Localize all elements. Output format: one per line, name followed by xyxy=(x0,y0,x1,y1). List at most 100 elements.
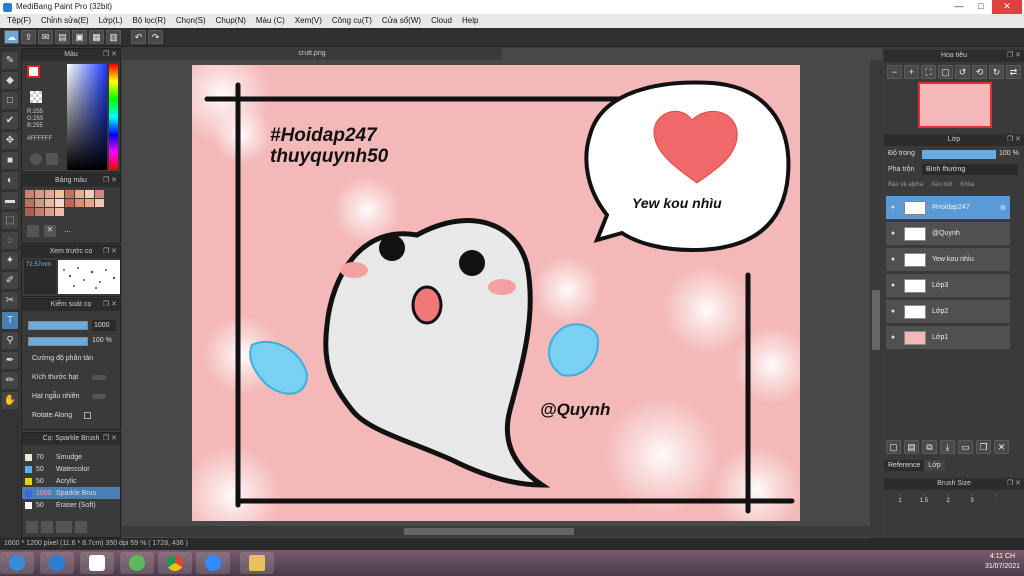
menu-help[interactable]: Help xyxy=(457,14,483,28)
dot-tool-icon[interactable]: ✔ xyxy=(2,112,18,129)
palette-swatch[interactable] xyxy=(55,199,64,207)
brush-size-value[interactable]: 1000 xyxy=(92,320,116,331)
rotate-along-checkbox[interactable] xyxy=(84,412,91,419)
new-halftone-layer-icon[interactable]: ▤ xyxy=(904,440,919,454)
brush-item[interactable]: 50 Eraser (Soft) xyxy=(22,499,120,511)
taskbar-coccoc[interactable] xyxy=(120,552,154,574)
palette-swatch[interactable] xyxy=(75,190,84,198)
taskbar-explorer[interactable] xyxy=(240,552,274,574)
palette-swatch[interactable] xyxy=(65,199,74,207)
palette-swatch[interactable] xyxy=(75,199,84,207)
hand-tool-icon[interactable]: ✋ xyxy=(2,392,18,409)
duplicate-layer-icon[interactable]: ⧉ xyxy=(922,440,937,454)
layer-row[interactable]: ● Yew kou nhìu xyxy=(886,248,1010,272)
protect-alpha-checkbox[interactable]: Bảo vệ alpha xyxy=(888,182,923,188)
layout-icon[interactable]: ▦ xyxy=(89,30,104,44)
pen-tool-icon[interactable]: ✏ xyxy=(2,372,18,389)
select-pen-tool-icon[interactable]: ✐ xyxy=(2,272,18,289)
menu-view[interactable]: Xem(V) xyxy=(290,14,327,28)
vertical-scrollbar[interactable] xyxy=(870,60,882,538)
tab-layer[interactable]: Lớp xyxy=(924,460,945,471)
delete-layer-icon[interactable]: ✕ xyxy=(994,440,1009,454)
brush-menu-icon[interactable] xyxy=(56,521,72,533)
palette-swatch[interactable] xyxy=(65,190,74,198)
trash-icon[interactable]: ✕ xyxy=(44,225,56,237)
lock-checkbox[interactable]: Khóa xyxy=(960,182,974,188)
tab-reference[interactable]: Reference xyxy=(884,460,925,471)
close-button[interactable]: ✕ xyxy=(992,0,1022,14)
blend-mode-select[interactable]: Bình thường xyxy=(922,164,1018,175)
palette-swatch[interactable] xyxy=(25,199,34,207)
flip-icon[interactable]: ⇄ xyxy=(1006,65,1021,79)
horizontal-scrollbar[interactable] xyxy=(122,526,870,537)
palette-swatch[interactable] xyxy=(95,190,104,198)
maximize-button[interactable]: □ xyxy=(970,0,992,14)
brush-settings-icon[interactable] xyxy=(26,521,38,533)
color-square[interactable] xyxy=(67,64,107,170)
rotate-right-icon[interactable]: ↻ xyxy=(989,65,1004,79)
menu-cloud[interactable]: Cloud xyxy=(426,14,457,28)
comment-icon[interactable]: ✉ xyxy=(38,30,53,44)
zoom-out-icon[interactable]: − xyxy=(887,65,902,79)
palette-swatch[interactable] xyxy=(45,190,54,198)
new-file-icon[interactable]: ▤ xyxy=(55,30,70,44)
bucket-tool-icon[interactable]: ◐ xyxy=(2,172,18,189)
text-tool-icon[interactable]: T xyxy=(2,312,18,329)
brush-item[interactable]: 50 Acrylic xyxy=(22,475,120,487)
layer-row[interactable]: ● Lớp2 xyxy=(886,300,1010,324)
folder-icon[interactable]: ▭ xyxy=(958,440,973,454)
taskbar-zalo[interactable] xyxy=(80,552,114,574)
add-brush-icon[interactable] xyxy=(41,521,53,533)
layer-row-selected[interactable]: ● #Hoidap247 ⚙ xyxy=(886,196,1010,220)
brush-size-cell[interactable]: 1 xyxy=(888,498,912,504)
vertical-scroll-thumb[interactable] xyxy=(872,290,880,350)
select-tool-icon[interactable]: ⬚ xyxy=(2,212,18,229)
menu-window[interactable]: Cửa sổ(W) xyxy=(377,14,426,28)
color-mode-icon[interactable] xyxy=(46,153,58,165)
brush-size-cell[interactable]: 2 xyxy=(936,498,960,504)
document-tab[interactable]: crutt.png xyxy=(122,48,502,60)
palette-swatch[interactable] xyxy=(55,208,64,216)
palette-swatch[interactable] xyxy=(35,190,44,198)
random-particle-toggle[interactable] xyxy=(92,394,106,399)
palette-swatch[interactable] xyxy=(25,190,34,198)
palette-swatch[interactable] xyxy=(25,208,34,216)
brush-item-selected[interactable]: 1000 Sparkle Brus xyxy=(22,487,120,499)
menu-select[interactable]: Chọn(S) xyxy=(171,14,211,28)
layer-row[interactable]: ● @Quynh xyxy=(886,222,1010,246)
operation-tool-icon[interactable]: ⚲ xyxy=(2,332,18,349)
menu-filter[interactable]: Bộ lọc(R) xyxy=(128,14,171,28)
artboard[interactable]: #Hoidap247 thuyquynh50 Yew kou nhìu @Quy… xyxy=(192,65,800,521)
gradient-tool-icon[interactable]: ▬ xyxy=(2,192,18,209)
copy-icon[interactable]: ❐ xyxy=(976,440,991,454)
fill-tool-icon[interactable]: ■ xyxy=(2,152,18,169)
hue-slider[interactable] xyxy=(109,64,118,170)
navigator-thumbnail[interactable] xyxy=(918,82,992,128)
minimize-button[interactable]: — xyxy=(948,0,970,14)
palette-more[interactable]: ... xyxy=(64,225,71,234)
palette-swatch[interactable] xyxy=(85,199,94,207)
eraser-tool-icon[interactable]: ◆ xyxy=(2,72,18,89)
eyedropper-tool-icon[interactable]: ✒ xyxy=(2,352,18,369)
menu-file[interactable]: Tệp(F) xyxy=(2,14,36,28)
palette-swatch[interactable] xyxy=(95,199,104,207)
cloud-icon[interactable]: ☁ xyxy=(4,30,19,44)
brush-item[interactable]: 50 Watercolor xyxy=(22,463,120,475)
brush-opacity-slider[interactable] xyxy=(28,337,88,346)
actual-size-icon[interactable]: ▢ xyxy=(938,65,953,79)
menu-color[interactable]: Màu (C) xyxy=(251,14,290,28)
zoom-in-icon[interactable]: + xyxy=(904,65,919,79)
grid-icon[interactable]: ▥ xyxy=(106,30,121,44)
menu-layer[interactable]: Lớp(L) xyxy=(94,14,128,28)
brush-item[interactable]: 70 Smudge xyxy=(22,451,120,463)
foreground-color-swatch[interactable] xyxy=(27,65,40,78)
save-icon[interactable]: ▣ xyxy=(72,30,87,44)
brush-size-slider[interactable] xyxy=(28,321,88,330)
gear-icon[interactable]: ⚙ xyxy=(1000,204,1010,212)
brush-properties-icon[interactable] xyxy=(75,521,87,533)
menu-tools[interactable]: Công cụ(T) xyxy=(327,14,377,28)
system-tray[interactable]: 4:11 CH 31/07/2021 xyxy=(985,552,1020,572)
palette-swatch[interactable] xyxy=(35,208,44,216)
eye-icon[interactable]: ● xyxy=(886,230,900,237)
eye-icon[interactable]: ● xyxy=(886,256,900,263)
